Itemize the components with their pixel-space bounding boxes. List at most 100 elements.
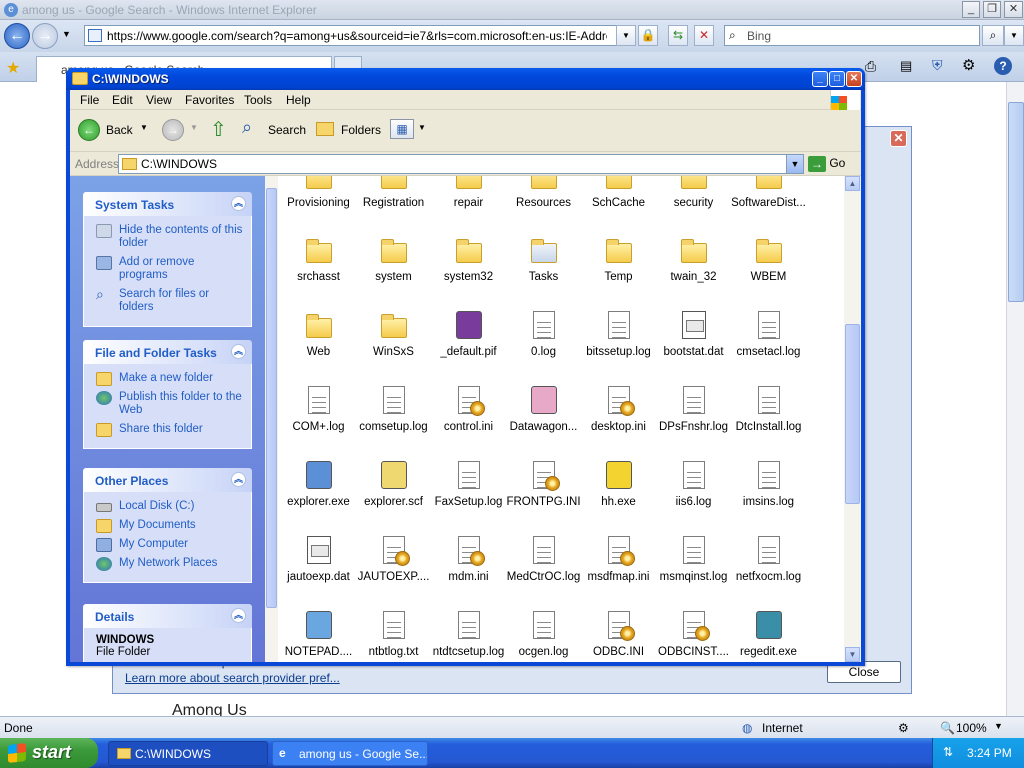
forward-arrow-icon[interactable]: → xyxy=(32,23,58,49)
task-pane-scrollbar[interactable] xyxy=(265,176,278,662)
file-item[interactable]: Registration xyxy=(356,176,431,209)
file-item[interactable]: jautoexp.dat xyxy=(281,534,356,583)
file-item[interactable]: ntdtcsetup.log xyxy=(431,609,506,658)
maximize-button[interactable]: □ xyxy=(829,71,845,87)
address-input[interactable]: C:\WINDOWS ▼ xyxy=(118,154,804,174)
place-my-computer[interactable]: My Computer xyxy=(96,538,245,552)
menu-help[interactable]: Help xyxy=(286,93,311,107)
minimize-button[interactable]: _ xyxy=(962,1,980,18)
task-pane-scroll-thumb[interactable] xyxy=(266,188,277,608)
history-dropdown-icon[interactable]: ▼ xyxy=(62,29,71,39)
stop-icon[interactable]: ✕ xyxy=(694,25,714,46)
dialog-close-icon[interactable]: ✕ xyxy=(890,130,907,147)
file-item[interactable]: regedit.exe xyxy=(731,609,806,658)
file-item[interactable]: explorer.scf xyxy=(356,459,431,508)
tools-gear-icon[interactable]: ⚙ xyxy=(962,56,975,74)
go-button[interactable]: → Go xyxy=(808,156,845,172)
zoom-level[interactable]: 100% xyxy=(956,721,987,735)
file-item[interactable]: system xyxy=(356,234,431,283)
menu-tools[interactable]: Tools xyxy=(244,93,272,107)
zoom-icon[interactable]: 🔍 xyxy=(940,721,955,735)
folders-icon[interactable] xyxy=(316,122,334,136)
details-header[interactable]: Details ︽ xyxy=(83,604,252,628)
other-places-header[interactable]: Other Places ︽ xyxy=(83,468,252,492)
file-item[interactable]: Tasks xyxy=(506,234,581,283)
file-list-scrollbar[interactable]: ▲ ▼ xyxy=(844,176,861,662)
file-item[interactable]: explorer.exe xyxy=(281,459,356,508)
forward-arrow-icon[interactable]: → xyxy=(162,119,184,141)
folders-button-label[interactable]: Folders xyxy=(341,123,381,137)
file-item[interactable]: Temp xyxy=(581,234,656,283)
file-item[interactable]: cmsetacl.log xyxy=(731,309,806,358)
file-item[interactable]: ODBCINST.... xyxy=(656,609,731,658)
file-item[interactable]: repair xyxy=(431,176,506,209)
back-arrow-icon[interactable]: ← xyxy=(4,23,30,49)
address-dropdown-icon[interactable]: ▼ xyxy=(786,155,803,173)
system-tasks-header[interactable]: System Tasks ︽ xyxy=(83,192,252,216)
file-item[interactable]: ocgen.log xyxy=(506,609,581,658)
clock[interactable]: 3:24 PM xyxy=(967,746,1012,760)
scroll-down-icon[interactable]: ▼ xyxy=(845,647,860,662)
ie-vertical-scrollbar[interactable] xyxy=(1006,82,1024,716)
file-item[interactable]: msdfmap.ini xyxy=(581,534,656,583)
search-go-icon[interactable]: ⌕ xyxy=(982,25,1004,46)
help-icon[interactable]: ? xyxy=(994,57,1012,75)
file-item[interactable]: system32 xyxy=(431,234,506,283)
file-item[interactable]: SchCache xyxy=(581,176,656,209)
forward-dropdown-icon[interactable]: ▼ xyxy=(190,123,198,132)
file-item[interactable]: COM+.log xyxy=(281,384,356,433)
file-item[interactable]: 0.log xyxy=(506,309,581,358)
explorer-title-bar[interactable]: C:\WINDOWS _ □ ✕ xyxy=(66,68,865,90)
menu-favorites[interactable]: Favorites xyxy=(185,93,234,107)
task-search-files[interactable]: ⌕ Search for files or folders xyxy=(96,287,245,314)
file-item[interactable]: WinSxS xyxy=(356,309,431,358)
ie-address-bar[interactable]: https://www.google.com/search?q=among+us… xyxy=(84,25,634,46)
close-button[interactable]: ✕ xyxy=(1004,1,1023,18)
file-list-scroll-thumb[interactable] xyxy=(845,324,860,504)
task-publish-web[interactable]: Publish this folder to the Web xyxy=(96,391,245,417)
file-folder-tasks-header[interactable]: File and Folder Tasks ︽ xyxy=(83,340,252,364)
print-icon[interactable]: ⎙ xyxy=(865,58,876,75)
close-button[interactable]: ✕ xyxy=(846,71,862,87)
file-item[interactable]: Provisioning xyxy=(281,176,356,209)
file-item[interactable]: ODBC.INI xyxy=(581,609,656,658)
page-menu-icon[interactable]: ▤ xyxy=(900,58,912,74)
network-icon[interactable]: ⇅ xyxy=(943,745,953,759)
file-item[interactable]: SoftwareDist... xyxy=(731,176,806,209)
file-item[interactable]: comsetup.log xyxy=(356,384,431,433)
ie-scroll-thumb[interactable] xyxy=(1008,102,1024,302)
menu-edit[interactable]: Edit xyxy=(112,93,133,107)
file-item[interactable]: bitssetup.log xyxy=(581,309,656,358)
task-add-remove-programs[interactable]: Add or remove programs xyxy=(96,256,245,282)
back-dropdown-icon[interactable]: ▼ xyxy=(140,123,148,132)
refresh-icon[interactable]: ⇆ xyxy=(668,25,688,46)
file-item[interactable]: control.ini xyxy=(431,384,506,433)
place-my-documents[interactable]: My Documents xyxy=(96,519,245,533)
task-new-folder[interactable]: Make a new folder xyxy=(96,372,245,386)
collapse-chevron-icon[interactable]: ︽ xyxy=(231,608,246,623)
place-local-disk[interactable]: Local Disk (C:) xyxy=(96,500,245,513)
start-button[interactable]: start xyxy=(0,738,98,768)
address-dropdown-icon[interactable]: ▼ xyxy=(616,25,636,46)
file-item[interactable]: DPsFnshr.log xyxy=(656,384,731,433)
scroll-up-icon[interactable]: ▲ xyxy=(845,176,860,191)
file-item[interactable]: NOTEPAD.... xyxy=(281,609,356,658)
file-item[interactable]: msmqinst.log xyxy=(656,534,731,583)
task-hide-contents[interactable]: Hide the contents of this folder xyxy=(96,224,245,250)
file-item[interactable]: DtcInstall.log xyxy=(731,384,806,433)
collapse-chevron-icon[interactable]: ︽ xyxy=(231,196,246,211)
file-item[interactable]: JAUTOEXP.... xyxy=(356,534,431,583)
menu-view[interactable]: View xyxy=(146,93,172,107)
file-item[interactable]: FaxSetup.log xyxy=(431,459,506,508)
back-button-label[interactable]: Back xyxy=(106,123,133,137)
file-item[interactable]: _default.pif xyxy=(431,309,506,358)
protected-mode-icon[interactable]: ⚙ xyxy=(898,721,909,735)
lock-icon[interactable]: 🔒 xyxy=(638,25,658,46)
file-item[interactable]: Resources xyxy=(506,176,581,209)
search-button-label[interactable]: Search xyxy=(268,123,306,137)
menu-file[interactable]: File xyxy=(80,93,99,107)
zoom-dropdown-icon[interactable]: ▼ xyxy=(994,721,1003,731)
place-network[interactable]: My Network Places xyxy=(96,557,245,571)
file-item[interactable]: FRONTPG.INI xyxy=(506,459,581,508)
views-icon[interactable]: ▦ xyxy=(390,119,414,139)
